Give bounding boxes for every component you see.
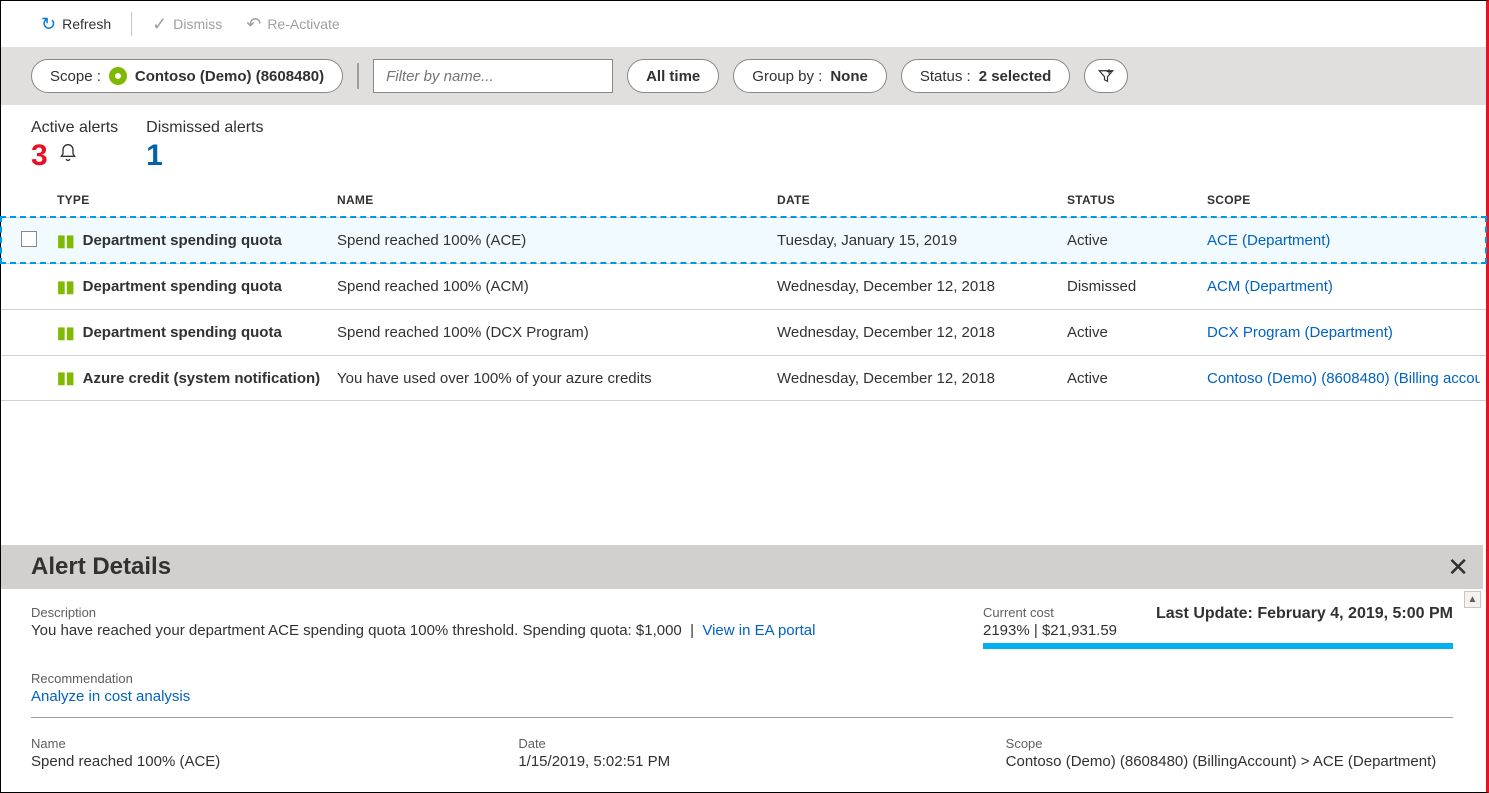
filter-separator: [357, 63, 359, 89]
dismiss-button[interactable]: ✓ Dismiss: [142, 8, 232, 41]
detail-scope-label: Scope: [1006, 736, 1453, 751]
wallet-icon: ▮▮: [57, 277, 75, 297]
cell-date: Wednesday, December 12, 2018: [773, 278, 1063, 295]
alert-details-title: Alert Details: [31, 553, 171, 581]
alerts-table-header: TYPE NAME DATE STATUS SCOPE: [1, 179, 1486, 217]
cell-scope-link[interactable]: DCX Program (Department): [1203, 324, 1480, 341]
wallet-icon: ▮▮: [57, 323, 75, 343]
cell-date: Wednesday, December 12, 2018: [773, 370, 1063, 387]
refresh-icon: ↻: [41, 14, 56, 35]
description-text: You have reached your department ACE spe…: [31, 622, 943, 639]
cell-name: You have used over 100% of your azure cr…: [333, 370, 773, 387]
filter-bar: Scope : Contoso (Demo) (8608480) All tim…: [1, 47, 1486, 105]
cell-scope-link[interactable]: ACE (Department): [1203, 232, 1480, 249]
cell-scope-link[interactable]: Contoso (Demo) (8608480) (Billing accoun…: [1203, 370, 1480, 387]
time-filter[interactable]: All time: [627, 59, 719, 93]
cell-status: Active: [1063, 370, 1203, 387]
scope-icon: [109, 67, 127, 85]
scope-label: Scope :: [50, 68, 101, 85]
current-cost-value: 2193% | $21,931.59: [983, 622, 1117, 639]
table-row[interactable]: ▮▮ Azure credit (system notification) Yo…: [1, 355, 1486, 401]
cell-type: Department spending quota: [83, 324, 282, 341]
col-status[interactable]: STATUS: [1063, 193, 1203, 207]
status-label: Status :: [920, 68, 971, 85]
cell-type: Department spending quota: [83, 232, 282, 249]
table-row[interactable]: ▮▮ Department spending quota Spend reach…: [1, 309, 1486, 355]
add-filter-button[interactable]: [1084, 59, 1128, 93]
cost-progress-bar: [983, 643, 1453, 649]
col-date[interactable]: DATE: [773, 193, 1063, 207]
cell-type: Department spending quota: [83, 278, 282, 295]
table-row[interactable]: ▮▮ Department spending quota Spend reach…: [1, 263, 1486, 309]
row-checkbox[interactable]: [21, 231, 37, 247]
alert-details-panel: Alert Details ✕ ▲ Description You have r…: [1, 545, 1483, 792]
cell-name: Spend reached 100% (ACM): [333, 278, 773, 295]
check-icon: ✓: [152, 14, 167, 35]
cell-status: Active: [1063, 324, 1203, 341]
alerts-table-body: ▮▮ Department spending quota Spend reach…: [1, 217, 1486, 401]
dismissed-alerts-count: 1: [146, 139, 163, 173]
table-row[interactable]: ▮▮ Department spending quota Spend reach…: [1, 217, 1486, 263]
scroll-up-button[interactable]: ▲: [1464, 591, 1481, 608]
scope-value: Contoso (Demo) (8608480): [135, 68, 324, 85]
recommendation-label: Recommendation: [31, 671, 1453, 686]
reactivate-label: Re-Activate: [267, 16, 339, 32]
status-filter[interactable]: Status : 2 selected: [901, 59, 1070, 93]
active-alerts-count: 3: [31, 139, 48, 173]
filter-name-input[interactable]: [373, 59, 613, 93]
cell-scope-link[interactable]: ACM (Department): [1203, 278, 1480, 295]
cell-name: Spend reached 100% (ACE): [333, 232, 773, 249]
filter-icon: [1097, 67, 1115, 85]
current-cost-label: Current cost: [983, 605, 1117, 620]
command-bar: ↻ Refresh ✓ Dismiss ↶ Re-Activate: [1, 1, 1486, 47]
col-name[interactable]: NAME: [333, 193, 773, 207]
detail-date-label: Date: [518, 736, 965, 751]
dismiss-label: Dismiss: [173, 16, 222, 32]
cell-status: Dismissed: [1063, 278, 1203, 295]
cell-name: Spend reached 100% (DCX Program): [333, 324, 773, 341]
wallet-icon: ▮▮: [57, 368, 75, 388]
refresh-button[interactable]: ↻ Refresh: [31, 8, 121, 41]
analyze-cost-link[interactable]: Analyze in cost analysis: [31, 688, 1453, 705]
last-update: Last Update: February 4, 2019, 5:00 PM: [1156, 605, 1453, 623]
cell-date: Tuesday, January 15, 2019: [773, 232, 1063, 249]
wallet-icon: ▮▮: [57, 231, 75, 251]
time-value: All time: [646, 68, 700, 85]
active-alerts-stat: Active alerts 3: [31, 119, 118, 173]
dismissed-alerts-label: Dismissed alerts: [146, 119, 263, 137]
refresh-label: Refresh: [62, 16, 111, 32]
undo-icon: ↶: [246, 14, 261, 35]
detail-name-value: Spend reached 100% (ACE): [31, 753, 478, 770]
details-divider: [31, 717, 1453, 718]
groupby-filter[interactable]: Group by : None: [733, 59, 887, 93]
view-ea-portal-link[interactable]: View in EA portal: [702, 622, 815, 639]
close-button[interactable]: ✕: [1447, 554, 1469, 580]
bell-icon: [58, 142, 78, 170]
cell-date: Wednesday, December 12, 2018: [773, 324, 1063, 341]
groupby-value: None: [830, 68, 868, 85]
alert-details-header: Alert Details ✕: [1, 545, 1483, 589]
toolbar-separator: [131, 12, 132, 36]
alert-stats: Active alerts 3 Dismissed alerts 1: [1, 105, 1486, 179]
scope-selector[interactable]: Scope : Contoso (Demo) (8608480): [31, 59, 343, 93]
groupby-label: Group by :: [752, 68, 822, 85]
alert-details-body: ▲ Description You have reached your depa…: [1, 589, 1483, 792]
status-value: 2 selected: [979, 68, 1052, 85]
reactivate-button[interactable]: ↶ Re-Activate: [236, 8, 349, 41]
description-label: Description: [31, 605, 943, 620]
detail-date-value: 1/15/2019, 5:02:51 PM: [518, 753, 965, 770]
dismissed-alerts-stat: Dismissed alerts 1: [146, 119, 263, 173]
detail-scope-value: Contoso (Demo) (8608480) (BillingAccount…: [1006, 753, 1453, 770]
col-type[interactable]: TYPE: [53, 193, 333, 207]
active-alerts-label: Active alerts: [31, 119, 118, 137]
detail-name-label: Name: [31, 736, 478, 751]
cell-status: Active: [1063, 232, 1203, 249]
cell-type: Azure credit (system notification): [83, 370, 321, 387]
col-scope[interactable]: SCOPE: [1203, 193, 1480, 207]
